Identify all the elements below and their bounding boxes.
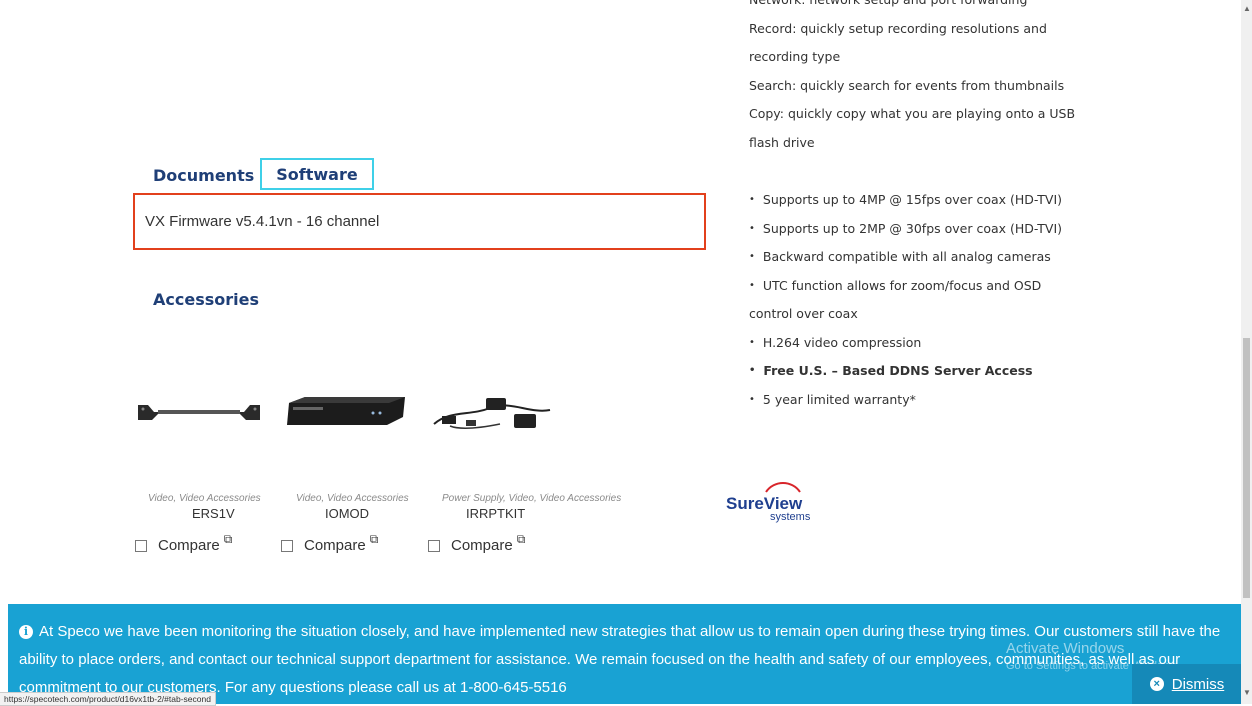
- feature-item: • Free U.S. – Based DDNS Server Access: [749, 363, 1033, 378]
- firmware-download-link[interactable]: VX Firmware v5.4.1vn - 16 channel: [145, 213, 379, 230]
- category-link[interactable]: Power Supply: [442, 493, 503, 504]
- category-link[interactable]: Video: [509, 493, 534, 504]
- logo-subtext: systems: [770, 511, 810, 523]
- sureview-logo[interactable]: SureView systems: [726, 478, 810, 524]
- product-category: Video, Video Accessories: [296, 493, 409, 504]
- compare-toggle[interactable]: Compare ⧉: [428, 532, 525, 554]
- description-line: recording type: [749, 49, 841, 64]
- scrollbar-thumb[interactable]: [1243, 338, 1250, 598]
- tab-software[interactable]: Software: [260, 158, 374, 190]
- close-icon: ×: [1149, 677, 1164, 691]
- iomod-product-image[interactable]: [285, 395, 407, 427]
- feature-item: • 5 year limited warranty*: [749, 391, 916, 407]
- dismiss-button[interactable]: × Dismiss: [1132, 664, 1242, 704]
- description-line: Record: quickly setup recording resoluti…: [749, 20, 1047, 36]
- product-category: Power Supply, Video, Video Accessories: [442, 493, 622, 504]
- category-link[interactable]: Video Accessories: [179, 493, 261, 504]
- description-line: Network: network setup and port forwardi…: [749, 0, 1075, 15]
- category-link[interactable]: Video Accessories: [540, 493, 622, 504]
- software-panel: VX Firmware v5.4.1vn - 16 channel: [133, 193, 706, 250]
- compare-label: Compare: [451, 537, 513, 554]
- product-name[interactable]: IRRPTKIT: [466, 506, 525, 521]
- feature-list: • Supports up to 4MP @ 15fps over coax (H…: [749, 186, 1062, 414]
- product-name[interactable]: IOMOD: [325, 506, 369, 521]
- tab-documents[interactable]: Documents: [153, 166, 254, 185]
- feature-item: • Supports up to 4MP @ 15fps over coax (H…: [749, 192, 1063, 207]
- product-description: Network: network setup and port forwardi…: [749, 0, 1075, 157]
- compare-checkbox[interactable]: [281, 539, 293, 552]
- notice-banner: i At Speco we have been monitoring the si…: [8, 604, 1243, 704]
- feature-item: • H.264 video compression: [749, 334, 922, 350]
- compare-checkbox[interactable]: [135, 539, 147, 552]
- description-line: Search: quickly search for events from t…: [749, 77, 1065, 93]
- product-name[interactable]: ERS1V: [192, 506, 235, 521]
- feature-item: control over coax: [749, 306, 858, 321]
- scrollbar[interactable]: ▲ ▼: [1241, 0, 1252, 704]
- category-link[interactable]: Video: [296, 493, 321, 504]
- info-icon: i: [19, 625, 33, 639]
- description-line: Copy: quickly copy what you are playing …: [749, 106, 1076, 121]
- scroll-up-icon[interactable]: ▲: [1243, 4, 1251, 13]
- ers1v-product-image[interactable]: [136, 400, 262, 424]
- external-link-icon[interactable]: ⧉: [517, 532, 526, 547]
- product-category: Video, Video Accessories: [148, 493, 261, 504]
- compare-toggle[interactable]: Compare ⧉: [281, 532, 378, 554]
- external-link-icon[interactable]: ⧉: [370, 532, 379, 547]
- scroll-down-icon[interactable]: ▼: [1243, 688, 1251, 697]
- description-line: flash drive: [749, 134, 815, 150]
- compare-label: Compare: [158, 537, 220, 554]
- activate-windows-title: Activate Windows: [1006, 640, 1125, 657]
- feature-item: • Supports up to 2MP @ 30fps over coax (H…: [749, 220, 1063, 236]
- category-link[interactable]: Video Accessories: [327, 493, 409, 504]
- compare-checkbox[interactable]: [428, 539, 440, 552]
- compare-label: Compare: [304, 537, 366, 554]
- category-link[interactable]: Video: [148, 493, 173, 504]
- irrptkit-product-image[interactable]: [430, 390, 558, 432]
- feature-item: • UTC function allows for zoom/focus and …: [749, 277, 1042, 293]
- external-link-icon[interactable]: ⧉: [224, 532, 233, 547]
- accessories-heading: Accessories: [153, 290, 259, 309]
- compare-toggle[interactable]: Compare ⧉: [135, 532, 232, 554]
- tab-software-label: Software: [276, 164, 358, 184]
- feature-item: • Backward compatible with all analog cam…: [749, 249, 1051, 264]
